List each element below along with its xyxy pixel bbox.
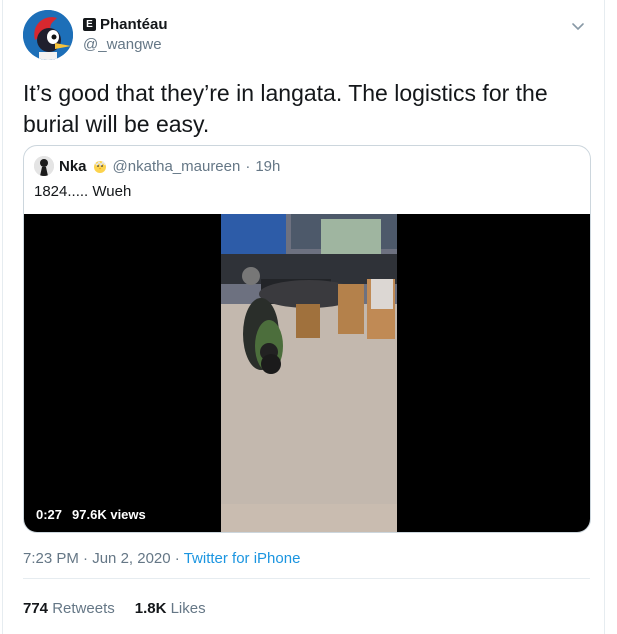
video-thumbnail <box>221 214 397 532</box>
video-views: 97.6K views <box>72 507 146 522</box>
retweets-stat[interactable]: 774 Retweets <box>23 600 115 617</box>
tweet-meta: 7:23 PM · Jun 2, 2020 · Twitter for iPho… <box>23 550 300 567</box>
likes-label: Likes <box>170 600 206 617</box>
divider <box>23 578 590 579</box>
retweets-label: Retweets <box>52 600 115 617</box>
chevron-down-icon[interactable] <box>570 18 586 34</box>
quoted-separator: · <box>245 157 251 175</box>
author-name[interactable]: Phantéau <box>100 16 168 33</box>
quoted-name[interactable]: Nka <box>59 158 87 175</box>
meta-separator: · <box>174 550 184 567</box>
author-avatar[interactable] <box>23 10 73 60</box>
quoted-handle[interactable]: @nkatha_maureen <box>113 158 241 175</box>
likes-stat[interactable]: 1.8K Likes <box>135 600 206 617</box>
chick-emoji-icon <box>93 160 106 173</box>
author-handle[interactable]: @_wangwe <box>83 36 168 53</box>
video-stats: 0:27 97.6K views <box>36 507 146 522</box>
quote-user-avatar[interactable] <box>34 156 54 176</box>
woodpecker-icon <box>23 10 73 60</box>
tweet-stats: 774 Retweets 1.8K Likes <box>23 600 206 617</box>
quoted-header: Nka @nkatha_maureen · 19h <box>34 156 280 176</box>
tweet-time[interactable]: 7:23 PM <box>23 550 79 567</box>
quoted-text: 1824..... Wueh <box>34 183 132 200</box>
quoted-tweet[interactable]: Nka @nkatha_maureen · 19h 1824..... Wueh <box>23 145 591 533</box>
tweet-text: It’s good that they’re in langata. The l… <box>23 80 548 137</box>
quoted-time[interactable]: 19h <box>255 158 280 175</box>
avatar-figure-icon <box>34 156 54 176</box>
tweet-date[interactable]: Jun 2, 2020 <box>92 550 170 567</box>
badge-icon: E <box>83 18 96 31</box>
video-duration: 0:27 <box>36 507 63 522</box>
meta-separator: · <box>83 550 93 567</box>
author-name-row[interactable]: E Phantéau <box>83 16 168 33</box>
video-frame <box>221 214 397 532</box>
tweet-card: E Phantéau @_wangwe It’s good that they’… <box>2 0 605 634</box>
likes-count: 1.8K <box>134 600 167 617</box>
video-player[interactable]: 0:27 97.6K views <box>24 214 590 532</box>
tweet-source[interactable]: Twitter for iPhone <box>184 550 301 567</box>
author-block: E Phantéau @_wangwe <box>83 16 168 53</box>
retweets-count: 774 <box>23 600 49 617</box>
